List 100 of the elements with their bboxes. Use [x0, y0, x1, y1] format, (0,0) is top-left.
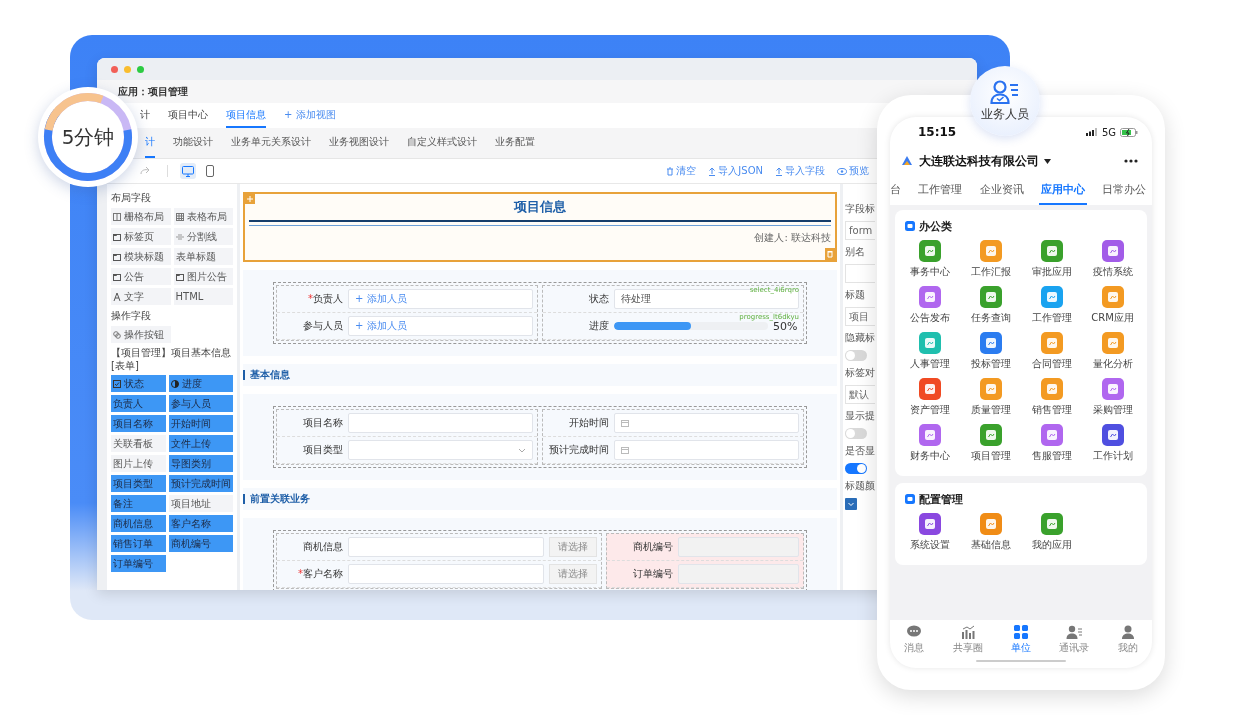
app-tile[interactable]: 工作管理	[1021, 286, 1082, 332]
nav-item[interactable]: 消息	[904, 625, 925, 655]
app-tile[interactable]: 事务中心	[899, 240, 960, 286]
date-field[interactable]	[614, 440, 799, 460]
nav-item[interactable]: 我的	[1117, 625, 1138, 655]
input-field[interactable]	[348, 413, 533, 433]
palette-item[interactable]: HTML	[173, 288, 233, 305]
app-tile[interactable]: 资产管理	[899, 378, 960, 424]
field-item[interactable]: 项目名称	[111, 415, 166, 432]
field-item[interactable]: 项目地址	[169, 495, 233, 512]
property-field[interactable]: 项目	[845, 307, 875, 326]
app-tile[interactable]: 公告发布	[899, 286, 960, 332]
palette-item[interactable]: 公告	[111, 268, 171, 285]
app-tile[interactable]: 我的应用	[1021, 513, 1082, 559]
field-item[interactable]: 开始时间	[169, 415, 233, 432]
palette-item[interactable]: 标签页	[111, 228, 171, 245]
field-item[interactable]: 负责人	[111, 395, 166, 412]
design-tab[interactable]: 功能设计	[173, 128, 213, 158]
app-tile[interactable]: 财务中心	[899, 424, 960, 470]
property-field[interactable]	[845, 264, 875, 283]
toggle-switch[interactable]	[845, 428, 867, 439]
app-tile[interactable]: 疫情系统	[1082, 240, 1143, 286]
input-field[interactable]	[348, 564, 545, 584]
field-item[interactable]: 商机编号	[169, 535, 233, 552]
field-item[interactable]: 项目类型	[111, 475, 166, 492]
field-item[interactable]: 商机信息	[111, 515, 166, 532]
dropdown-field[interactable]	[348, 440, 533, 460]
close-dot-icon[interactable]	[111, 65, 118, 73]
field-item[interactable]: 文件上传	[169, 435, 233, 452]
minimize-dot-icon[interactable]	[124, 65, 131, 73]
app-tile[interactable]: 量化分析	[1082, 332, 1143, 378]
desktop-icon[interactable]	[180, 163, 196, 179]
palette-item[interactable]: 文字	[111, 288, 171, 305]
toolbar-action[interactable]: 导入JSON	[708, 164, 763, 178]
app-tile[interactable]: 投标管理	[960, 332, 1021, 378]
field-item[interactable]: 关联看板	[111, 435, 166, 452]
form-header-block[interactable]: 项目信息 创建人: 联达科技	[243, 192, 837, 262]
field-item[interactable]: 销售订单	[111, 535, 166, 552]
palette-item[interactable]: 图片公告	[173, 268, 233, 285]
drag-handle-icon[interactable]	[245, 194, 255, 204]
field-item[interactable]: 参与人员	[169, 395, 233, 412]
view-tab[interactable]: 计	[140, 103, 150, 128]
people-field[interactable]: + 添加人员	[348, 316, 533, 336]
input-field[interactable]	[348, 537, 545, 557]
design-tab[interactable]: 自定义样式设计	[407, 128, 477, 158]
design-tab[interactable]: 业务单元关系设计	[231, 128, 311, 158]
field-item[interactable]: 预计完成时间	[169, 475, 233, 492]
toggle-switch[interactable]	[845, 350, 867, 361]
field-item[interactable]: 导图类别	[169, 455, 233, 472]
add-view-link[interactable]: + 添加视图	[284, 103, 336, 128]
app-tile[interactable]: 质量管理	[960, 378, 1021, 424]
field-item[interactable]: 客户名称	[169, 515, 233, 532]
palette-item[interactable]: 表单标题	[173, 248, 233, 265]
field-item[interactable]: 状态	[111, 375, 166, 392]
view-tab[interactable]: 项目中心	[168, 103, 208, 128]
phone-tab[interactable]: 台	[890, 175, 903, 205]
design-tab[interactable]: 业务视图设计	[329, 128, 389, 158]
app-tile[interactable]: 项目管理	[960, 424, 1021, 470]
color-swatch-icon[interactable]	[845, 498, 857, 510]
nav-item[interactable]: 通讯录	[1059, 625, 1090, 655]
phone-tab[interactable]: 应用中心	[1038, 175, 1087, 205]
toolbar-action[interactable]: 预览	[837, 164, 869, 178]
caret-icon[interactable]	[1044, 158, 1051, 164]
property-field[interactable]: 默认	[845, 385, 875, 404]
more-icon[interactable]	[1124, 159, 1138, 163]
field-item[interactable]: 备注	[111, 495, 166, 512]
field-item[interactable]: 图片上传	[111, 455, 166, 472]
phone-tab[interactable]: 工作管理	[916, 175, 965, 205]
nav-item[interactable]: 单位	[1010, 625, 1031, 655]
app-tile[interactable]: 系统设置	[899, 513, 960, 559]
app-tile[interactable]: 销售管理	[1021, 378, 1082, 424]
phone-tab[interactable]: 企业资讯	[977, 175, 1026, 205]
palette-item[interactable]: 模块标题	[111, 248, 171, 265]
palette-item[interactable]: 操作按钮	[111, 326, 171, 343]
property-field[interactable]: form	[845, 221, 875, 240]
nav-item[interactable]: 共享圈	[952, 625, 983, 655]
app-tile[interactable]: 审批应用	[1021, 240, 1082, 286]
phone-tab[interactable]: 日常办公	[1100, 175, 1148, 205]
field-item[interactable]: 进度	[169, 375, 233, 392]
palette-item[interactable]: 分割线	[173, 228, 233, 245]
toolbar-action[interactable]: 导入字段	[775, 164, 825, 178]
app-tile[interactable]: 售服管理	[1021, 424, 1082, 470]
field-item[interactable]: 订单编号	[111, 555, 166, 572]
app-tile[interactable]: 任务查询	[960, 286, 1021, 332]
app-tile[interactable]: CRM应用	[1082, 286, 1143, 332]
app-tile[interactable]: 工作计划	[1082, 424, 1143, 470]
delete-icon[interactable]	[825, 248, 835, 260]
design-tab[interactable]: 业务配置	[495, 128, 535, 158]
app-tile[interactable]: 工作汇报	[960, 240, 1021, 286]
date-field[interactable]	[614, 413, 799, 433]
toolbar-action[interactable]: 清空	[666, 164, 697, 178]
app-tile[interactable]: 合同管理	[1021, 332, 1082, 378]
app-tile[interactable]: 人事管理	[899, 332, 960, 378]
app-tile[interactable]: 采购管理	[1082, 378, 1143, 424]
redo-icon[interactable]	[139, 166, 151, 176]
palette-item[interactable]: 表格布局	[173, 208, 233, 225]
toggle-switch[interactable]	[845, 463, 867, 474]
people-field[interactable]: + 添加人员	[348, 289, 533, 309]
palette-item[interactable]: 栅格布局	[111, 208, 171, 225]
design-tab[interactable]: 计	[145, 128, 155, 158]
